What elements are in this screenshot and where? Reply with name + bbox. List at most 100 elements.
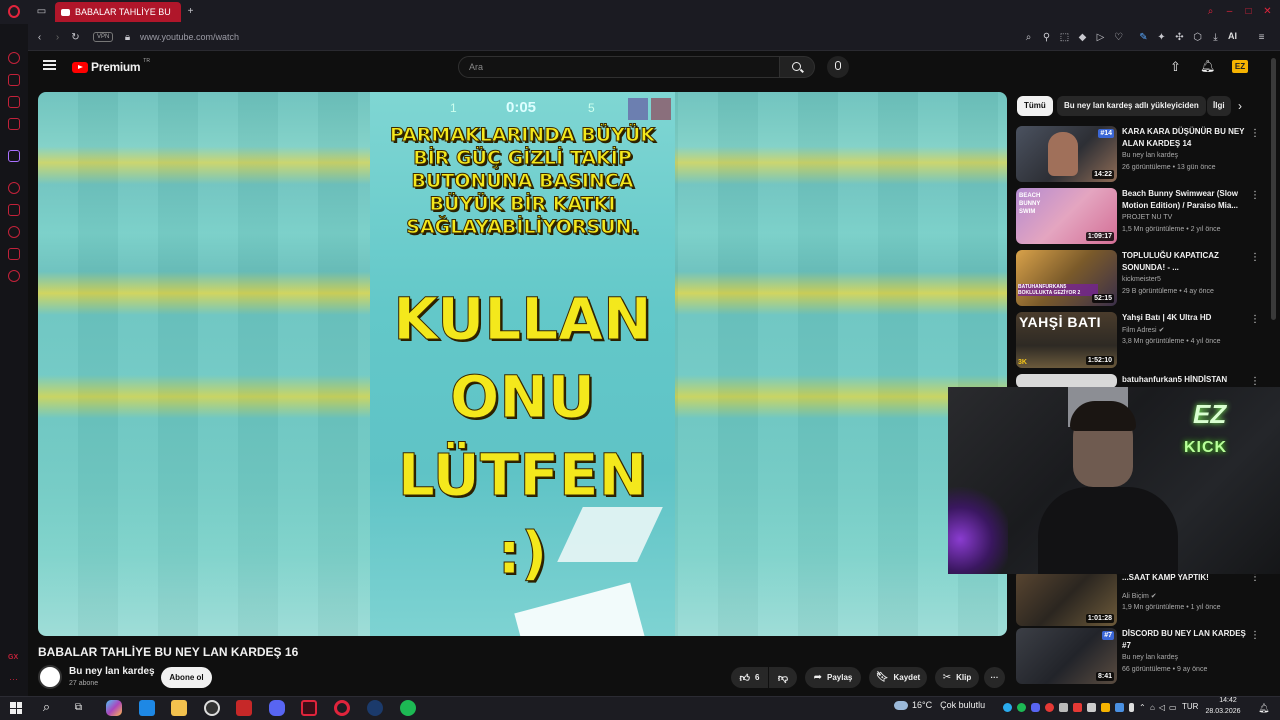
ai-button[interactable]: AI [1228, 31, 1237, 41]
settings-icon[interactable] [8, 270, 20, 282]
channel-avatar[interactable] [38, 665, 62, 689]
twitch-icon[interactable] [8, 150, 20, 162]
task-view-icon[interactable]: ⧉ [73, 702, 84, 713]
whatsapp-icon[interactable] [8, 96, 20, 108]
tray-app-icon[interactable] [1073, 703, 1082, 712]
tray-telegram-icon[interactable] [1003, 703, 1012, 712]
pinboard-icon[interactable] [8, 204, 20, 216]
recommendation-item[interactable]: BATUHANFURKAN5 BOKLULUKTA GEZİYOR 2 52:1… [1016, 250, 1270, 306]
spotify-icon[interactable] [400, 700, 416, 716]
more-vertical-icon[interactable]: ⋮ [1250, 314, 1260, 325]
forward-icon[interactable]: › [52, 32, 63, 43]
opera-gx-icon[interactable] [301, 700, 317, 716]
snapshot-icon[interactable]: ⬚ [1059, 32, 1070, 43]
notifications-icon[interactable]: 🔔︎ [1200, 60, 1215, 72]
vpn-badge[interactable]: VPN [93, 32, 114, 42]
recommendation-item[interactable]: #14 14:22 KARA KARA DÜŞÜNÜR BU NEY ALAN … [1016, 126, 1270, 182]
download-icon[interactable]: ⤓ [1210, 32, 1221, 43]
extensions-sidebar-icon[interactable] [8, 248, 20, 260]
extensions-icon[interactable]: ✦ [1156, 32, 1167, 43]
tray-app-icon[interactable] [1059, 703, 1068, 712]
recommendation-item[interactable]: 1:01:28 ...SAAT KAMP YAPTIK! Ali Biçim ✔… [1016, 570, 1270, 626]
chip-from-uploader[interactable]: Bu ney lan kardeş adlı yükleyiciden [1057, 96, 1206, 116]
user-avatar[interactable]: EZ [1232, 60, 1248, 73]
more-vertical-icon[interactable]: ⋮ [1250, 252, 1260, 263]
more-vertical-icon[interactable]: ⋮ [1250, 376, 1260, 387]
hamburger-menu-icon[interactable] [43, 60, 56, 70]
opera-logo-icon[interactable] [8, 5, 20, 18]
save-button[interactable]: 🔖︎ Kaydet [869, 667, 927, 688]
search-button[interactable] [779, 56, 815, 78]
back-icon[interactable]: ‹ [34, 32, 45, 43]
scrollbar[interactable] [1271, 58, 1276, 320]
upload-icon[interactable]: ⇧ [1170, 60, 1181, 73]
steam-icon[interactable] [367, 700, 383, 716]
zoom-icon[interactable]: ⌕ [1023, 32, 1034, 43]
url-field[interactable]: www.youtube.com/watch [140, 32, 239, 42]
like-button[interactable]: 👍︎ 6 [731, 667, 768, 688]
recommendation-item[interactable]: BEACH BUNNY SWIM 1:09:17 Beach Bunny Swi… [1016, 188, 1270, 244]
clock-date[interactable]: 28.03.2026 [1203, 708, 1243, 715]
tray-app-icon[interactable] [1087, 703, 1096, 712]
share-button[interactable]: ➦ Paylaş [805, 667, 861, 688]
tray-discord-icon[interactable] [1031, 703, 1040, 712]
chip-related[interactable]: İlgi [1207, 96, 1231, 116]
minimize-icon[interactable]: – [1224, 6, 1235, 17]
translate-icon[interactable]: ✎ [1138, 32, 1149, 43]
recommendation-item[interactable]: YAHŞİ BATI 3K 1:52:10 Yahşi Batı | 4K Ul… [1016, 312, 1270, 368]
subscribe-button[interactable]: Abone ol [161, 667, 212, 688]
discord-icon[interactable] [269, 700, 285, 716]
voicemeeter-icon[interactable] [236, 700, 252, 716]
send-icon[interactable]: ▷ [1095, 32, 1106, 43]
workspaces-icon[interactable]: ▭ [36, 6, 47, 17]
channel-name[interactable]: Bu ney lan kardeş [69, 666, 155, 677]
ai-sidebar-icon[interactable] [8, 52, 20, 64]
weather-widget[interactable]: 16°C Çok bulutlu [894, 700, 985, 710]
search-taskbar-icon[interactable]: ⌕ [41, 700, 52, 713]
chevron-right-icon[interactable]: › [1238, 99, 1242, 113]
notification-bell-icon[interactable]: 🔔︎ [1258, 703, 1269, 714]
more-vertical-icon[interactable]: ⋮ [1250, 128, 1260, 139]
language-indicator[interactable]: TUR [1182, 702, 1198, 711]
gx-icon[interactable]: GX [8, 654, 18, 661]
search-input[interactable]: Ara [458, 56, 780, 78]
maximize-icon[interactable]: □ [1243, 6, 1254, 17]
more-vertical-icon[interactable]: ⋮ [1250, 190, 1260, 201]
telegram-icon[interactable] [8, 118, 20, 130]
clock-time[interactable]: 14:42 [1213, 697, 1243, 704]
tray-app-icon[interactable] [1101, 703, 1110, 712]
more-icon[interactable]: ··· [9, 674, 18, 684]
reload-icon[interactable]: ↻ [70, 32, 81, 43]
tray-spotify-icon[interactable] [1017, 703, 1026, 712]
more-actions-button[interactable]: ··· [984, 667, 1005, 688]
network-volume-battery[interactable]: ⌂ ◁ ▭ [1150, 703, 1177, 712]
close-icon[interactable]: ✕ [1262, 6, 1273, 17]
menu-icon[interactable]: ≡ [1256, 32, 1267, 43]
lock-icon[interactable]: 🔒︎ [122, 32, 133, 43]
more-vertical-icon[interactable]: ⋮ [1250, 630, 1260, 641]
player-icon[interactable] [8, 182, 20, 194]
wallet-icon[interactable]: ⬡ [1192, 32, 1203, 43]
recommendation-item[interactable]: #7 8:41 DİSCORD BU NEY LAN KARDEŞ #7 Bu … [1016, 628, 1270, 684]
puzzle-icon[interactable]: ✣ [1174, 32, 1185, 43]
dislike-button[interactable]: 👎︎ [769, 667, 797, 688]
shield-icon[interactable]: ◆ [1077, 32, 1088, 43]
heart-icon[interactable]: ♡ [1113, 32, 1124, 43]
history-icon[interactable] [8, 226, 20, 238]
chip-all[interactable]: Tümü [1017, 96, 1053, 116]
search-tabs-icon[interactable]: ⌕ [1205, 6, 1216, 17]
tray-app-icon[interactable] [1045, 703, 1054, 712]
tray-microphone-icon[interactable] [1129, 703, 1134, 712]
tray-chevron-icon[interactable]: ⌃ [1139, 703, 1146, 712]
browser-tab-active[interactable]: BABALAR TAHLİYE BU [55, 2, 181, 22]
copilot-icon[interactable] [106, 700, 122, 716]
voice-search-button[interactable] [827, 56, 849, 78]
opera-icon[interactable] [334, 700, 350, 716]
clip-button[interactable]: ✂ Klip [935, 667, 979, 688]
video-player[interactable]: 1 0:05 5 PARMAKLARINDA BÜYÜK BİR GÜÇ GİZ… [38, 92, 1007, 636]
windows-start-icon[interactable] [10, 702, 22, 714]
youtube-logo[interactable]: Premium TR [72, 58, 150, 74]
obs-icon[interactable] [204, 700, 220, 716]
new-tab-icon[interactable]: + [185, 6, 196, 17]
messenger-icon[interactable] [8, 74, 20, 86]
